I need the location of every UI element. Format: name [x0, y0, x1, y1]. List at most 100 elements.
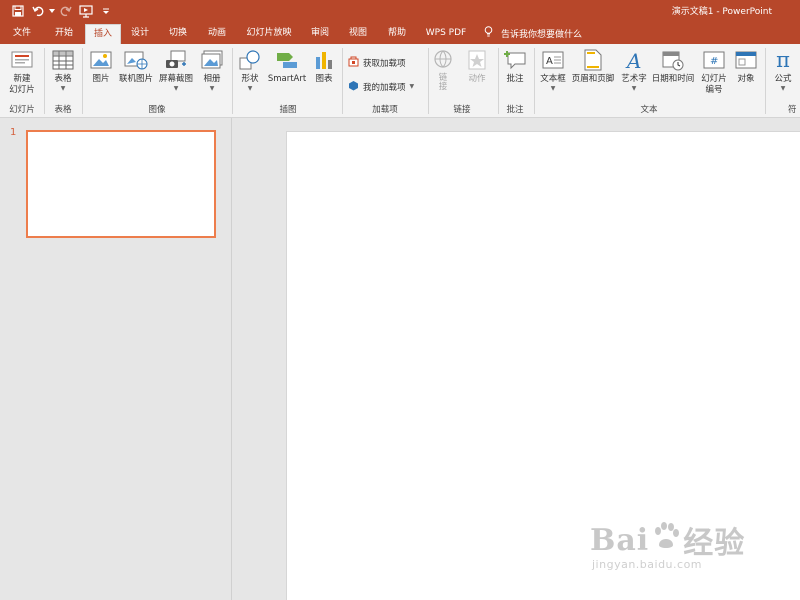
wordart-icon: A — [621, 48, 647, 72]
quick-access-toolbar — [8, 2, 116, 20]
tab-slideshow[interactable]: 幻灯片放映 — [240, 22, 298, 44]
slide-thumbnail[interactable] — [26, 130, 216, 238]
customize-qat-icon[interactable] — [96, 2, 116, 20]
object-button[interactable]: 对象 — [733, 48, 759, 85]
tab-wps-pdf[interactable]: WPS PDF — [420, 22, 472, 44]
group-separator — [534, 48, 535, 114]
table-button[interactable]: 表格 ▼ — [48, 48, 78, 93]
tab-home[interactable]: 开始 — [46, 22, 82, 44]
online-picture-icon — [123, 48, 149, 72]
watermark-brand-start: Bai — [590, 522, 650, 558]
group-separator — [342, 48, 343, 114]
new-slide-button[interactable]: 新建 幻灯片 — [5, 48, 39, 96]
group-label-addins: 加载项 — [372, 105, 398, 115]
picture-icon — [88, 48, 114, 72]
online-picture-label: 联机图片 — [118, 74, 153, 84]
tell-me-box[interactable]: 告诉我你想要做什么 — [484, 22, 582, 44]
my-addins-button[interactable]: 我的加载项 ▼ — [348, 80, 414, 94]
comment-button[interactable]: 批注 — [502, 48, 528, 85]
photo-album-label: 相册 — [203, 74, 221, 84]
equation-button[interactable]: π 公式 ▼ — [770, 48, 796, 93]
group-separator — [232, 48, 233, 114]
group-label-images: 图像 — [148, 105, 166, 115]
slide-number: 1 — [10, 127, 17, 138]
screenshot-icon — [163, 48, 189, 72]
chevron-down-icon: ▼ — [550, 85, 556, 92]
wordart-button[interactable]: A 艺术字 ▼ — [619, 48, 649, 93]
title-bar: 演示文稿1 - PowerPoint — [0, 0, 800, 22]
smartart-button[interactable]: SmartArt — [266, 48, 308, 85]
ribbon-tab-bar: 文件 开始 插入 设计 切换 动画 幻灯片放映 审阅 视图 帮助 WPS PDF… — [0, 22, 800, 44]
save-icon[interactable] — [8, 2, 28, 20]
slide-number-button[interactable]: # 幻灯片 编号 — [698, 48, 730, 96]
datetime-label: 日期和时间 — [651, 74, 695, 84]
tab-insert[interactable]: 插入 — [85, 24, 121, 44]
slide-number-icon: # — [701, 48, 727, 72]
tab-file[interactable]: 文件 — [4, 22, 40, 44]
group-label-comments: 批注 — [506, 105, 524, 115]
watermark-url: jingyan.baidu.com — [592, 558, 703, 571]
get-addins-button[interactable]: 获取加载项 — [348, 56, 406, 70]
object-icon — [733, 48, 759, 72]
ribbon-insert: 新建 幻灯片 幻灯片 表格 ▼ 表格 图片 联机图片 屏幕截图 ▼ 相册 ▼ 图… — [0, 44, 800, 118]
new-slide-label: 新建 幻灯片 — [9, 74, 35, 95]
chevron-down-icon: ▼ — [60, 85, 66, 92]
group-label-links: 链接 — [453, 105, 471, 115]
tab-transitions[interactable]: 切换 — [162, 22, 194, 44]
group-separator — [428, 48, 429, 114]
group-label-text: 文本 — [640, 105, 658, 115]
chart-label: 图表 — [315, 74, 333, 84]
wordart-label: 艺术字 — [621, 74, 647, 84]
redo-icon[interactable] — [56, 2, 76, 20]
undo-icon[interactable] — [28, 2, 48, 20]
picture-label: 图片 — [92, 74, 110, 84]
addin-cube-icon — [348, 80, 359, 94]
datetime-button[interactable]: 日期和时间 — [651, 48, 695, 85]
baidu-jingyan-watermark: Bai 经验 jingyan.baidu.com — [582, 518, 752, 578]
chevron-down-icon: ▼ — [780, 85, 786, 92]
shapes-label: 形状 — [241, 74, 259, 84]
chevron-down-icon: ▼ — [409, 83, 415, 90]
watermark-brand-end: 经验 — [683, 526, 746, 561]
svg-text:#: # — [710, 56, 718, 67]
link-button[interactable]: 链 接 — [431, 48, 455, 92]
photo-album-button[interactable]: 相册 ▼ — [199, 48, 225, 93]
chart-icon — [311, 48, 337, 72]
new-slide-icon — [9, 48, 35, 72]
store-icon — [348, 56, 359, 70]
tab-design[interactable]: 设计 — [124, 22, 156, 44]
group-separator — [44, 48, 45, 114]
action-label: 动作 — [468, 74, 486, 84]
slide-thumbnail-pane: 1 — [0, 118, 232, 600]
new-comment-icon — [502, 48, 528, 72]
header-footer-icon — [580, 48, 606, 72]
pi-icon: π — [776, 47, 790, 72]
tab-review[interactable]: 审阅 — [304, 22, 336, 44]
picture-button[interactable]: 图片 — [87, 48, 115, 85]
get-addins-label: 获取加载项 — [363, 59, 406, 69]
header-footer-button[interactable]: 页眉和页脚 — [570, 48, 616, 85]
screenshot-button[interactable]: 屏幕截图 ▼ — [157, 48, 195, 93]
shapes-button[interactable]: 形状 ▼ — [237, 48, 263, 93]
chart-button[interactable]: 图表 — [311, 48, 337, 85]
svg-text:A: A — [625, 49, 641, 71]
group-separator — [82, 48, 83, 114]
group-label-slides: 幻灯片 — [9, 105, 35, 115]
shapes-icon — [237, 48, 263, 72]
svg-text:A: A — [546, 56, 553, 67]
slide-number-label: 幻灯片 编号 — [701, 74, 727, 95]
group-label-tables: 表格 — [54, 105, 72, 115]
lightbulb-icon — [484, 25, 493, 41]
online-picture-button[interactable]: 联机图片 — [117, 48, 155, 85]
tab-help[interactable]: 帮助 — [380, 22, 414, 44]
chevron-down-icon: ▼ — [173, 85, 179, 92]
undo-dropdown-icon[interactable] — [48, 2, 56, 20]
chevron-down-icon: ▼ — [209, 85, 215, 92]
textbox-button[interactable]: A 文本框 ▼ — [538, 48, 568, 93]
tab-view[interactable]: 视图 — [342, 22, 374, 44]
table-icon — [50, 48, 76, 72]
action-button[interactable]: 动作 — [462, 48, 492, 85]
start-from-beginning-icon[interactable] — [76, 2, 96, 20]
paw-icon — [651, 521, 681, 559]
tab-animations[interactable]: 动画 — [200, 22, 234, 44]
